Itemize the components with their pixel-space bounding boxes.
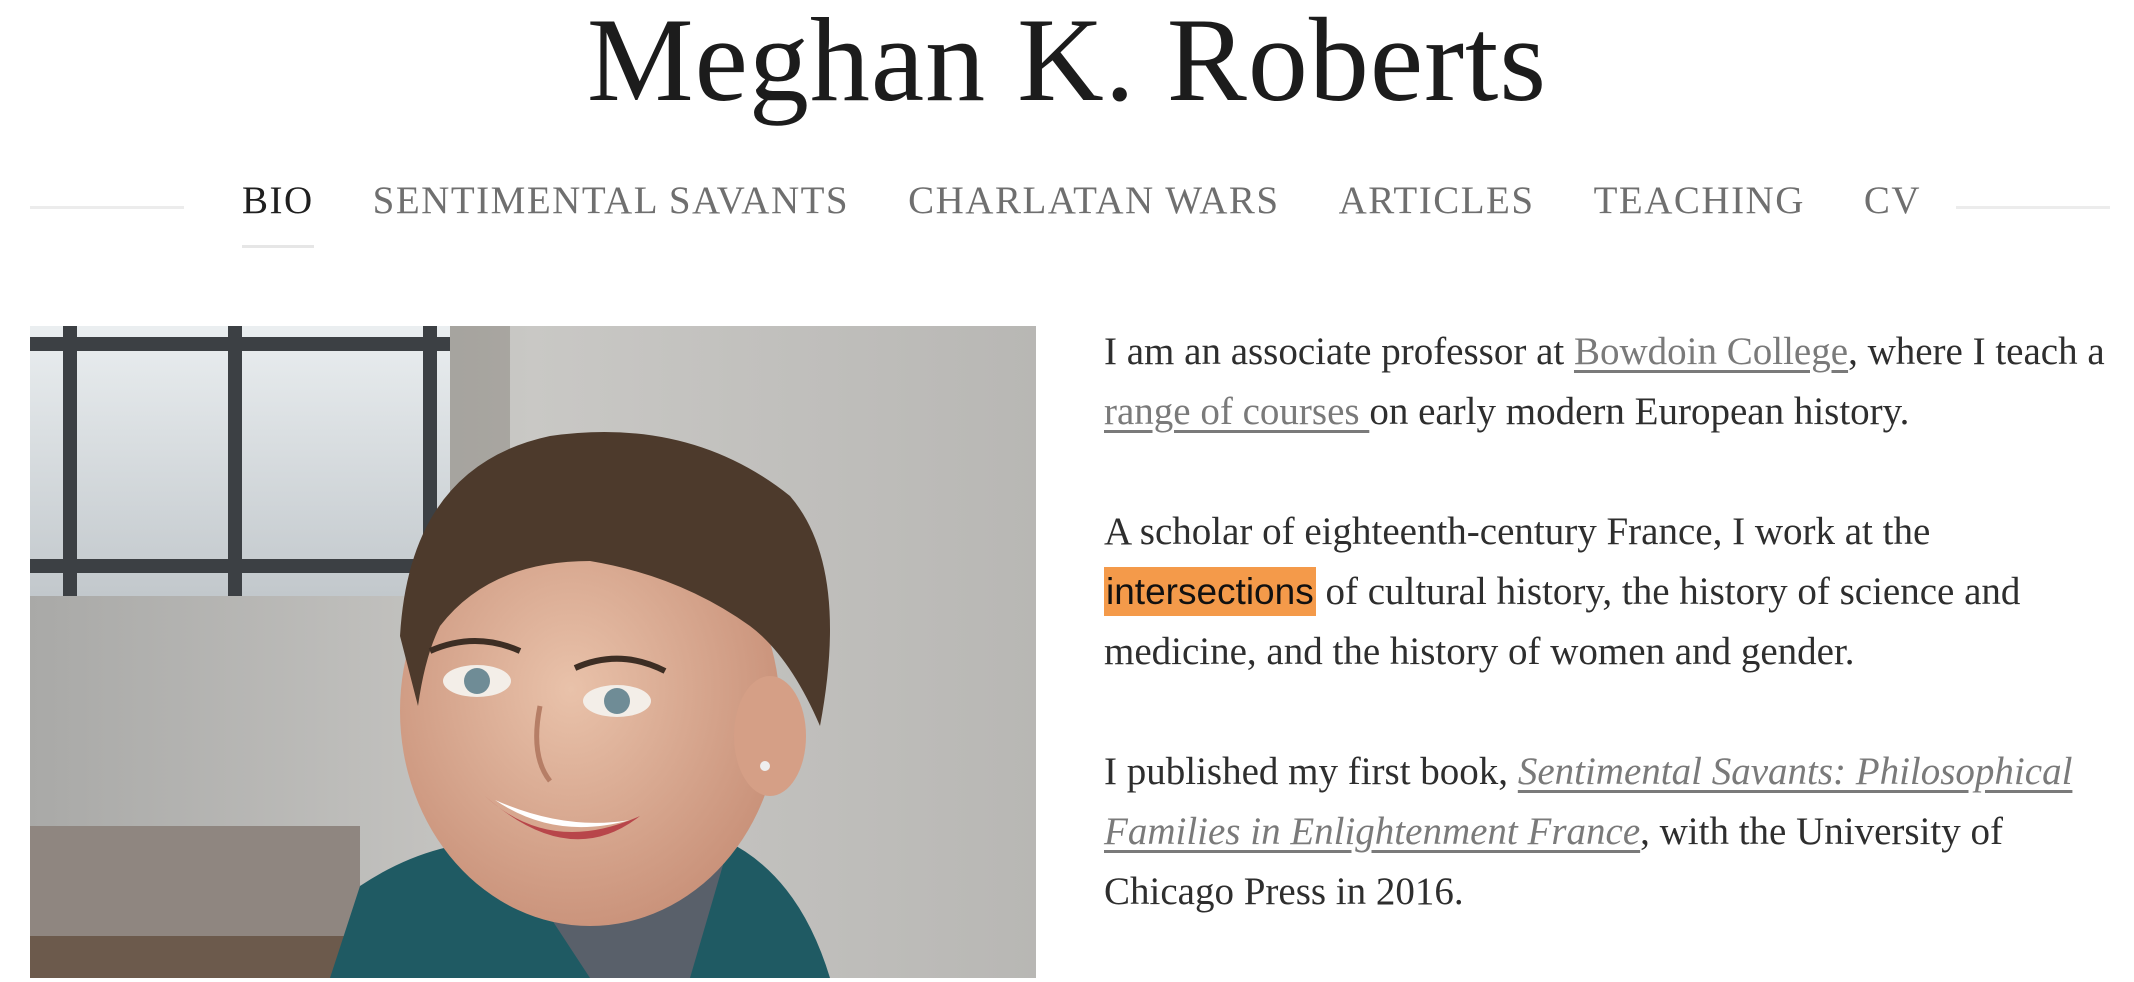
highlighted-text[interactable]: intersections bbox=[1104, 567, 1316, 616]
nav-divider-right bbox=[1956, 206, 2110, 209]
bio-paragraph-2: A scholar of eighteenth-century France, … bbox=[1104, 502, 2114, 682]
bowdoin-college-link[interactable]: Bowdoin College bbox=[1574, 330, 1848, 373]
nav-divider-left bbox=[30, 206, 184, 209]
bio-text-run: I am an associate professor at bbox=[1104, 330, 1574, 373]
nav-item-bio[interactable]: BIO bbox=[242, 176, 314, 248]
nav-item-charlatan-wars[interactable]: CHARLATAN WARS bbox=[908, 176, 1279, 226]
nav-item-sentimental-savants[interactable]: SENTIMENTAL SAVANTS bbox=[373, 176, 849, 226]
nav-item-teaching[interactable]: TEACHING bbox=[1594, 176, 1805, 226]
nav-item-articles[interactable]: ARTICLES bbox=[1339, 176, 1535, 226]
main-nav: BIO SENTIMENTAL SAVANTS CHARLATAN WARS A… bbox=[242, 176, 1921, 248]
bio-paragraph-3: I published my first book, Sentimental S… bbox=[1104, 742, 2114, 922]
range-of-courses-link[interactable]: range of courses bbox=[1104, 390, 1369, 433]
bio-text: I am an associate professor at Bowdoin C… bbox=[1104, 322, 2114, 982]
bio-text-run: A scholar of eighteenth-century France, … bbox=[1104, 510, 1931, 553]
bio-text-run: on early modern European history. bbox=[1369, 390, 1910, 433]
portrait-photo bbox=[30, 326, 1036, 978]
nav-item-cv[interactable]: CV bbox=[1864, 176, 1921, 226]
bio-text-run: , where I teach a bbox=[1848, 330, 2105, 373]
site-title[interactable]: Meghan K. Roberts bbox=[0, 0, 2134, 130]
bio-paragraph-1: I am an associate professor at Bowdoin C… bbox=[1104, 322, 2114, 442]
bio-text-run: I published my first book, bbox=[1104, 750, 1518, 793]
